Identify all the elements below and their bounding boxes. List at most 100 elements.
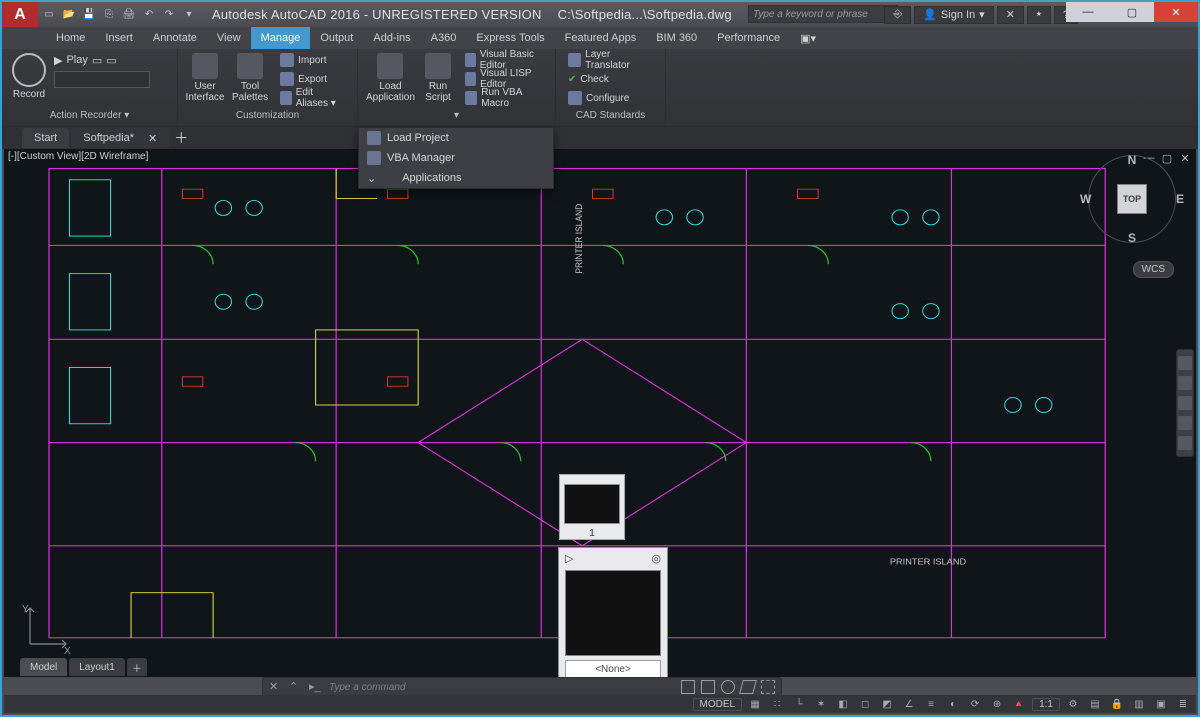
cmd-recent-icon[interactable]: ⌃ xyxy=(289,680,303,694)
search-input[interactable]: Type a keyword or phrase xyxy=(748,5,898,23)
check-button[interactable]: ✔Check xyxy=(562,70,659,88)
status-scale[interactable]: 1:1 xyxy=(1032,698,1060,711)
user-interface-button[interactable]: User Interface xyxy=(184,51,226,107)
command-line[interactable]: ✕ ⌃ ▸_ Type a command xyxy=(262,677,782,697)
configure-button[interactable]: Configure xyxy=(562,89,659,107)
layout-model-tab[interactable]: Model xyxy=(20,658,67,676)
play-label[interactable]: Play xyxy=(66,54,87,66)
record-button[interactable]: Record xyxy=(8,51,50,102)
status-ann-monitor-icon[interactable]: ⊕ xyxy=(988,697,1006,711)
qat-print-icon[interactable]: 🖨 xyxy=(120,6,138,24)
status-iso-icon[interactable]: ◧ xyxy=(834,697,852,711)
load-project-item[interactable]: Load Project xyxy=(359,128,553,148)
tab-extras-icon[interactable]: ▣▾ xyxy=(790,27,826,49)
tab-home[interactable]: Home xyxy=(46,27,95,49)
viewport-close-icon[interactable]: ✕ xyxy=(1178,151,1192,165)
stay-connected-button[interactable]: ⭑ xyxy=(1027,6,1051,24)
add-layout-button[interactable]: ＋ xyxy=(127,658,147,676)
drawing-canvas[interactable]: [-][Custom View][2D Wireframe] — ▢ ✕ xyxy=(4,149,1196,677)
wcs-badge[interactable]: WCS xyxy=(1133,261,1174,278)
tab-view[interactable]: View xyxy=(207,27,251,49)
app-icon[interactable]: A xyxy=(2,2,38,27)
load-application-button[interactable]: Load Application xyxy=(364,51,417,107)
tab-insert[interactable]: Insert xyxy=(95,27,143,49)
applications-item[interactable]: ⌄Applications xyxy=(359,168,553,188)
tab-manage[interactable]: Manage xyxy=(251,27,311,49)
vba-manager-item[interactable]: VBA Manager xyxy=(359,148,553,168)
status-otrack-icon[interactable]: ∠ xyxy=(900,697,918,711)
compass-e[interactable]: E xyxy=(1176,192,1184,206)
status-osnap-icon[interactable]: ◻ xyxy=(856,697,874,711)
tab-output[interactable]: Output xyxy=(310,27,363,49)
window-minimize-button[interactable]: — xyxy=(1066,2,1110,22)
tab-addins[interactable]: Add-ins xyxy=(363,27,420,49)
panel-title-action-recorder[interactable]: Action Recorder ▾ xyxy=(8,110,171,126)
tab-performance[interactable]: Performance xyxy=(707,27,790,49)
status-ortho-icon[interactable]: └ xyxy=(790,697,808,711)
tool-palettes-button[interactable]: Tool Palettes xyxy=(230,51,270,107)
shape-hatch-icon[interactable] xyxy=(761,680,775,694)
preview-play-icon[interactable]: ▷ xyxy=(565,552,573,565)
compass-n[interactable]: N xyxy=(1128,153,1137,167)
qat-new-icon[interactable]: ▭ xyxy=(40,6,58,24)
nav-zoom-icon[interactable] xyxy=(1178,396,1192,410)
close-tab-icon[interactable]: ✕ xyxy=(148,132,157,145)
infocenter-a360-button[interactable]: ⎆ xyxy=(884,6,911,24)
qat-saveas-icon[interactable]: ⎘ xyxy=(100,6,118,24)
preview-window[interactable]: ▷ ◎ <None> xyxy=(558,547,668,683)
tab-featured-apps[interactable]: Featured Apps xyxy=(555,27,647,49)
status-transparency-icon[interactable]: ◐ xyxy=(944,697,962,711)
panel-title-applications[interactable]: ▾ xyxy=(364,110,549,126)
cmd-history-icon[interactable]: ✕ xyxy=(269,680,283,694)
window-maximize-button[interactable]: ▢ xyxy=(1110,2,1154,22)
status-lwt-icon[interactable]: ≡ xyxy=(922,697,940,711)
status-grid-icon[interactable]: ▦ xyxy=(746,697,764,711)
vbe-button[interactable]: Visual Basic Editor xyxy=(459,51,549,69)
window-close-button[interactable]: ✕ xyxy=(1154,2,1198,22)
status-snap-icon[interactable]: ∷ xyxy=(768,697,786,711)
play-ext1-icon[interactable]: ▭ xyxy=(92,54,102,67)
play-ext2-icon[interactable]: ▭ xyxy=(106,54,116,67)
shape-rect-icon[interactable] xyxy=(701,680,715,694)
view-cube-top[interactable]: TOP xyxy=(1117,184,1147,214)
status-3dosnap-icon[interactable]: ◩ xyxy=(878,697,896,711)
qat-redo-icon[interactable]: ↷ xyxy=(160,6,178,24)
edit-aliases-button[interactable]: Edit Aliases ▾ xyxy=(274,89,351,107)
view-cube[interactable]: N S E W TOP xyxy=(1088,155,1176,243)
ucs-icon[interactable]: Y X xyxy=(20,602,72,657)
preview-gear-icon[interactable]: ◎ xyxy=(651,552,661,565)
layout-layout1-tab[interactable]: Layout1 xyxy=(69,658,125,676)
nav-pan-icon[interactable] xyxy=(1178,376,1192,390)
tab-a360[interactable]: A360 xyxy=(421,27,467,49)
status-model[interactable]: MODEL xyxy=(693,698,743,711)
preview-selection[interactable]: <None> xyxy=(565,660,661,678)
status-hw-icon[interactable]: ▥ xyxy=(1130,697,1148,711)
sheet-thumbnail[interactable]: 1 xyxy=(559,474,625,540)
tab-annotate[interactable]: Annotate xyxy=(143,27,207,49)
sign-in-button[interactable]: 👤 Sign In ▾ xyxy=(914,6,993,24)
play-icon[interactable]: ▶ xyxy=(54,54,62,67)
status-lock-icon[interactable]: 🔒 xyxy=(1108,697,1126,711)
status-customize-icon[interactable]: ≣ xyxy=(1174,697,1192,711)
add-tab-button[interactable]: ＋ xyxy=(171,128,191,148)
import-button[interactable]: Import xyxy=(274,51,351,69)
qat-save-icon[interactable]: 💾 xyxy=(80,6,98,24)
compass-s[interactable]: S xyxy=(1128,231,1136,245)
exchange-apps-button[interactable]: ✕ xyxy=(997,6,1024,24)
compass-w[interactable]: W xyxy=(1080,192,1091,206)
nav-orbit-icon[interactable] xyxy=(1178,416,1192,430)
drawing-tab[interactable]: Softpedia* ✕ xyxy=(71,128,169,148)
qat-open-icon[interactable]: 📂 xyxy=(60,6,78,24)
shape-circle-icon[interactable] xyxy=(721,680,735,694)
shape-line-icon[interactable] xyxy=(681,680,695,694)
qat-dropdown-icon[interactable]: ▾ xyxy=(180,6,198,24)
status-workspace-icon[interactable]: ▤ xyxy=(1086,697,1104,711)
status-ann-scale-icon[interactable]: 🔺 xyxy=(1010,697,1028,711)
nav-showmotion-icon[interactable] xyxy=(1178,436,1192,450)
start-tab[interactable]: Start xyxy=(22,128,69,148)
recording-name-dropdown[interactable] xyxy=(54,71,150,88)
layer-translator-button[interactable]: Layer Translator xyxy=(562,51,659,69)
run-vba-button[interactable]: Run VBA Macro xyxy=(459,89,549,107)
tab-bim360[interactable]: BIM 360 xyxy=(646,27,707,49)
status-clean-icon[interactable]: ▣ xyxy=(1152,697,1170,711)
